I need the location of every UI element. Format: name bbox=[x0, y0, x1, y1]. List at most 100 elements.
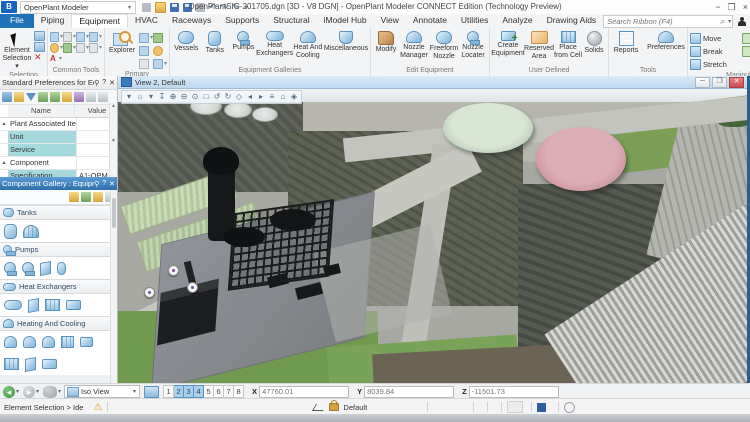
solids-button[interactable]: Solids bbox=[582, 29, 606, 55]
place-block-icon[interactable]: ▾ bbox=[89, 42, 102, 53]
view-toggle-8[interactable]: 8 bbox=[234, 385, 244, 398]
view-toggle-2[interactable]: 2 bbox=[174, 385, 184, 398]
tab-raceways[interactable]: Raceways bbox=[165, 14, 218, 28]
preferences-scrollbar[interactable]: ▲▼ bbox=[109, 103, 117, 177]
prefs-tool-5-icon[interactable] bbox=[62, 92, 72, 102]
cooler-item[interactable] bbox=[42, 336, 55, 348]
reserved-area-button[interactable]: Reserved Area bbox=[524, 29, 554, 61]
z-coordinate-input[interactable] bbox=[469, 386, 559, 398]
view-close-button[interactable]: ✕ bbox=[729, 77, 744, 88]
panel-help-icon[interactable]: ? bbox=[102, 180, 106, 188]
prefs-tool-3-icon[interactable] bbox=[38, 92, 48, 102]
prefs-tool-1-icon[interactable] bbox=[2, 92, 12, 102]
view-maximize-button[interactable]: ❒ bbox=[712, 77, 727, 88]
prefs-tool-4-icon[interactable] bbox=[50, 92, 60, 102]
cooling-tower-item[interactable] bbox=[61, 336, 74, 348]
display-style-icon[interactable]: ☼ bbox=[135, 92, 145, 102]
view-toggle-3[interactable]: 3 bbox=[184, 385, 194, 398]
shell-tube-exchanger-item[interactable] bbox=[4, 300, 22, 310]
save-icon[interactable] bbox=[170, 3, 179, 12]
freeform-nozzle-button[interactable]: Freeform Nozzle bbox=[429, 29, 459, 61]
clear-selection-icon[interactable]: ✕ bbox=[34, 53, 43, 61]
gallery-section-heat-exchangers[interactable]: Heat Exchangers ˄ bbox=[0, 279, 117, 294]
heat-exchangers-gallery-button[interactable]: Heat Exchangers bbox=[258, 29, 292, 58]
rotate-view-icon[interactable]: ↺ bbox=[212, 92, 222, 102]
references-icon[interactable] bbox=[153, 44, 167, 57]
view-next-icon[interactable]: ▸ bbox=[256, 92, 266, 102]
heater-item[interactable] bbox=[4, 336, 17, 348]
zoom-in-icon[interactable]: ⊕ bbox=[168, 92, 178, 102]
place-line-icon[interactable]: ▾ bbox=[50, 31, 63, 42]
view-title-bar[interactable]: View 2, Default ─ ❒ ✕ bbox=[118, 76, 747, 89]
prefs-tool-2-icon[interactable] bbox=[14, 92, 24, 102]
ribbon-search-input[interactable] bbox=[604, 17, 720, 26]
tab-file[interactable]: File bbox=[0, 14, 34, 28]
model-link-icon[interactable]: ↧ bbox=[157, 92, 167, 102]
pumps-gallery-button[interactable]: Pumps bbox=[229, 29, 258, 52]
gallery-scrollbar[interactable] bbox=[110, 190, 117, 383]
view-attributes-icon[interactable]: ▾ bbox=[124, 92, 134, 102]
tab-structural[interactable]: Structural bbox=[266, 14, 316, 28]
back-button[interactable]: ◂ bbox=[3, 386, 15, 398]
clear-overrides-button[interactable] bbox=[43, 386, 57, 398]
fence-void-icon[interactable] bbox=[34, 42, 45, 52]
workflow-selector[interactable]: OpenPlant Modeler ▾ bbox=[20, 1, 136, 14]
minimize-button[interactable]: − bbox=[715, 2, 720, 12]
table-row[interactable]: ▴ Component bbox=[0, 157, 117, 170]
table-row[interactable]: ▴ Plant Associated Items bbox=[0, 118, 117, 131]
fit-view-icon[interactable]: □ bbox=[201, 92, 211, 102]
cad-model-vessel[interactable] bbox=[270, 209, 316, 231]
nozzle-manager-button[interactable]: Nozzle Manager bbox=[399, 29, 429, 60]
tab-analyze[interactable]: Analyze bbox=[495, 14, 539, 28]
gallery-refresh-icon[interactable] bbox=[81, 192, 91, 202]
gallery-edit-icon[interactable] bbox=[69, 192, 79, 202]
stack-item[interactable] bbox=[42, 359, 57, 369]
prefs-tool-8-icon[interactable] bbox=[98, 92, 108, 102]
ribbon-search[interactable]: ⌕ ▾ bbox=[603, 15, 733, 28]
move-button[interactable]: Move bbox=[690, 32, 742, 45]
view-toggle-7[interactable]: 7 bbox=[224, 385, 234, 398]
point-clouds-icon[interactable]: ▾ bbox=[153, 57, 167, 70]
sump-pump-item[interactable] bbox=[57, 262, 66, 275]
centrifugal-pump-item[interactable] bbox=[4, 262, 16, 274]
level-manager-icon[interactable] bbox=[139, 44, 153, 57]
lock-icon[interactable] bbox=[329, 403, 339, 411]
heat-and-cooling-gallery-button[interactable]: Heat And Cooling bbox=[292, 29, 324, 60]
view-toggle-1[interactable]: 1 bbox=[163, 385, 174, 398]
cad-model-vessel-top[interactable] bbox=[203, 147, 239, 175]
vessels-gallery-button[interactable]: Vessels bbox=[172, 29, 201, 53]
tanks-gallery-button[interactable]: Tanks bbox=[201, 29, 230, 55]
modify-button[interactable]: Modify bbox=[373, 29, 399, 54]
tab-hvac[interactable]: HVAC bbox=[128, 14, 165, 28]
filter-icon[interactable] bbox=[26, 93, 36, 101]
pin-panel-icon[interactable]: ⚲ bbox=[94, 180, 99, 188]
open-folder-icon[interactable] bbox=[155, 2, 166, 13]
attach-tools-icon[interactable]: ▾ bbox=[139, 31, 153, 44]
tab-supports[interactable]: Supports bbox=[218, 14, 266, 28]
gallery-section-pumps[interactable]: Pumps ˄ bbox=[0, 242, 117, 257]
view-previous-icon[interactable]: ◂ bbox=[245, 92, 255, 102]
view-toggle-5[interactable]: 5 bbox=[204, 385, 214, 398]
modify-settings-icon[interactable] bbox=[142, 3, 151, 12]
close-button[interactable]: × bbox=[743, 2, 748, 12]
place-circle-icon[interactable]: ▾ bbox=[50, 42, 63, 53]
view-groups-icon[interactable] bbox=[144, 386, 159, 398]
forward-button[interactable]: ▸ bbox=[23, 386, 35, 398]
place-from-cell-button[interactable]: Place from Cell bbox=[554, 29, 582, 60]
sketch-mode-icon[interactable] bbox=[313, 402, 325, 412]
table-row[interactable]: Unit bbox=[0, 131, 117, 144]
tab-piping[interactable]: Piping bbox=[34, 14, 72, 28]
vertical-pump-item[interactable] bbox=[40, 261, 51, 276]
box-exchanger-item[interactable] bbox=[66, 300, 81, 310]
nozzle-locater-button[interactable]: Nozzle Locater bbox=[459, 29, 487, 60]
collapse-arrow-icon[interactable]: ▴ bbox=[0, 118, 8, 130]
miscellaneous-gallery-button[interactable]: Miscellaneous bbox=[324, 29, 368, 53]
models-icon[interactable] bbox=[153, 31, 167, 44]
collapse-arrow-icon[interactable]: ▴ bbox=[0, 157, 8, 169]
y-coordinate-input[interactable] bbox=[364, 386, 454, 398]
preferences-button[interactable]: Preferences bbox=[647, 29, 685, 52]
pattern-icon[interactable]: ▾ bbox=[63, 42, 76, 53]
vertical-tank-item[interactable] bbox=[4, 224, 17, 239]
gallery-favorites-icon[interactable] bbox=[93, 192, 103, 202]
raster-manager-icon[interactable] bbox=[139, 57, 153, 70]
